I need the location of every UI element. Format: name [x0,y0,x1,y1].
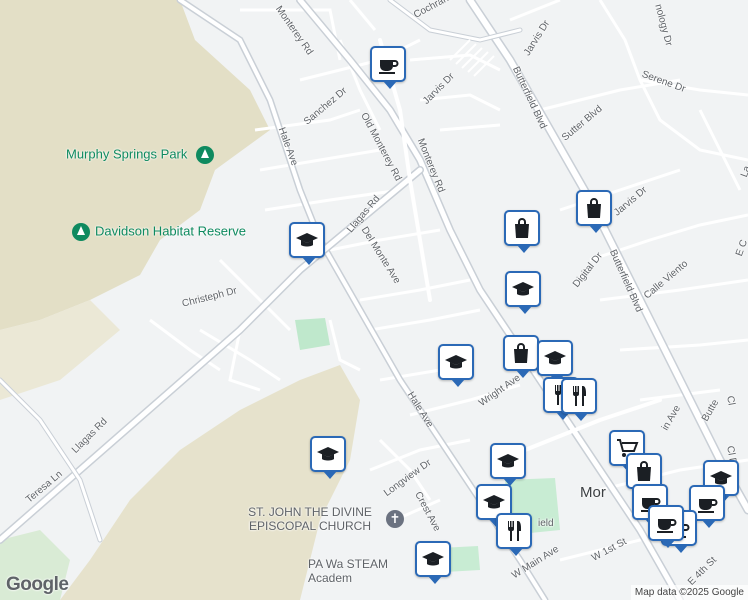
hill-area [0,0,270,330]
city-label: Mor [580,484,606,501]
road-label: ield [538,518,554,529]
place-label: Davidson Habitat Reserve [95,223,247,239]
place-label: Murphy Springs Park [66,146,188,162]
place-davidson-habitat-reserve[interactable]: Davidson Habitat Reserve [72,223,246,241]
graduation-cap-icon[interactable] [415,541,451,584]
place-label: ST. JOHN THE DIVINE EPISCOPAL CHURCH [248,505,372,533]
park-icon [196,146,215,164]
place-church[interactable]: ST. JOHN THE DIVINE EPISCOPAL CHURCH [240,505,380,533]
fork-knife-icon[interactable] [496,513,532,556]
graduation-cap-icon[interactable] [490,443,526,486]
park-icon [72,223,90,241]
graduation-cap-icon[interactable] [310,436,346,479]
place-label: PA Wa STEAM Academ [308,557,389,585]
shopping-bag-icon[interactable] [504,210,540,253]
place-murphy-springs-park[interactable]: Murphy Springs Park [66,146,215,164]
google-logo: Google [6,574,69,595]
shopping-bag-icon[interactable] [503,335,539,378]
parking-lot [449,39,495,77]
park-area [295,318,330,350]
graduation-cap-icon[interactable] [289,222,325,265]
fork-knife-icon[interactable] [561,378,597,421]
graduation-cap-icon[interactable] [537,340,573,383]
graduation-cap-icon[interactable] [438,344,474,387]
graduation-cap-icon[interactable] [505,271,541,314]
church-cross-icon: ✝ [386,510,404,528]
coffee-icon[interactable] [370,46,406,89]
road-label: Cl [724,395,737,407]
shopping-bag-icon[interactable] [576,190,612,233]
coffee-icon[interactable] [648,505,684,548]
place-school[interactable]: PA Wa STEAM Academ [308,557,428,585]
map-attribution[interactable]: Map data ©2025 Google [630,585,748,600]
